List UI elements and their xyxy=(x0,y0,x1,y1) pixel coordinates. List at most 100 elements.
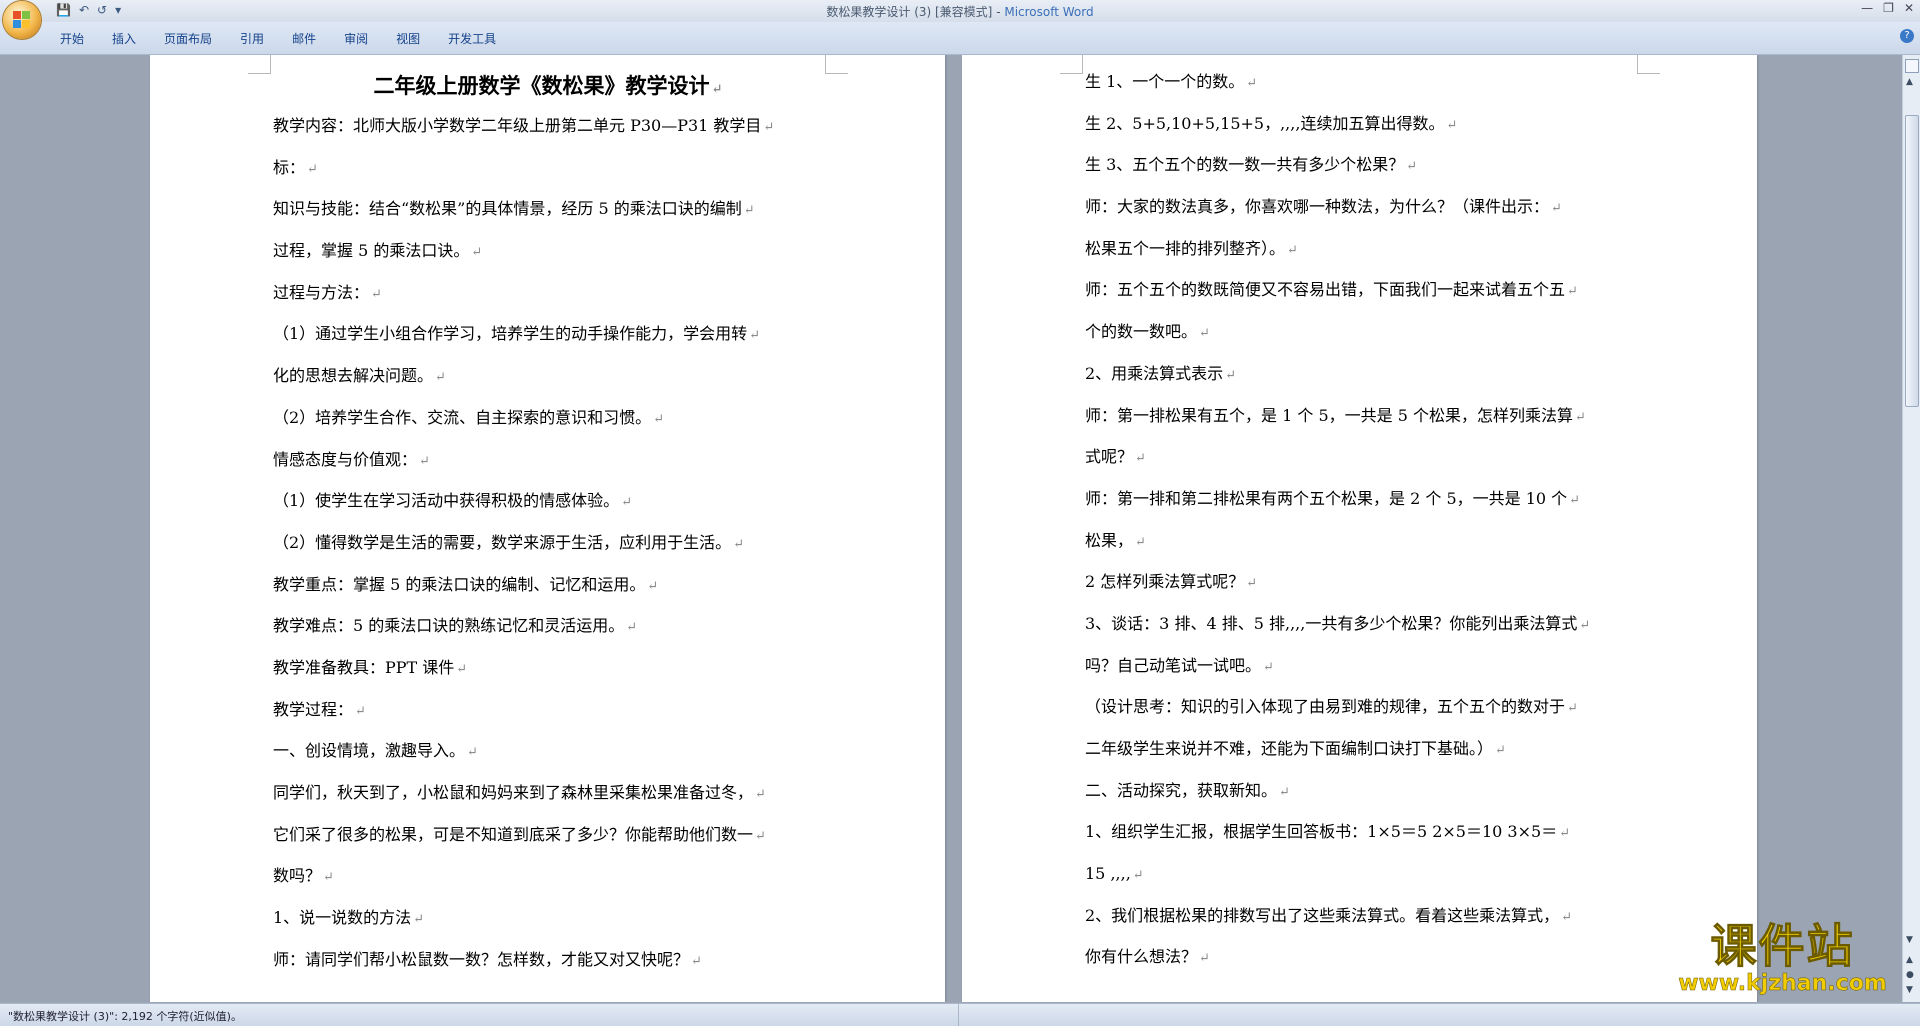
document-area[interactable]: 二年级上册数学《数松果》教学设计 ↵ 教学内容：北师大版小学数学二年级上册第二单元… xyxy=(0,55,1903,1002)
word-count-status[interactable]: "数松果教学设计 (3)": 2,192 个字符(近似值)。 xyxy=(8,1008,242,1024)
document-line[interactable]: 二、活动探究，获取新知。 ↵ xyxy=(1085,770,1645,812)
document-line[interactable]: 数吗？ ↵ xyxy=(273,855,833,897)
document-line[interactable]: 教学难点：5 的乘法口诀的熟练记忆和灵活运用。 ↵ xyxy=(273,605,833,647)
paragraph-mark: ↵ xyxy=(1132,868,1144,884)
document-line[interactable]: 生 3、五个五个的数一数一共有多少个松果？ ↵ xyxy=(1085,144,1645,186)
office-button[interactable] xyxy=(3,1,41,39)
document-line[interactable]: 知识与技能：结合“数松果”的具体情景，经历 5 的乘法口诀的编制 ↵ xyxy=(273,188,833,230)
ribbon-tab[interactable]: 开发工具 xyxy=(440,30,512,47)
paragraph-mark: ↵ xyxy=(1199,326,1210,342)
line-text: 过程与方法： xyxy=(273,282,370,302)
paragraph-mark: ↵ xyxy=(647,578,659,594)
select-browse-object-icon[interactable]: ● xyxy=(1906,970,1914,980)
document-line[interactable]: 教学过程： ↵ xyxy=(273,689,833,731)
line-text: （2）懂得数学是生活的需要，数学来源于生活，应利用于生活。 xyxy=(273,532,732,552)
paragraph-mark: ↵ xyxy=(755,787,766,802)
ribbon-tab[interactable]: 页面布局 xyxy=(156,30,228,47)
line-text: 教学内容：北师大版小学数学二年级上册第二单元 P30—P31 教学目 xyxy=(273,116,762,135)
document-line[interactable]: 教学内容：北师大版小学数学二年级上册第二单元 P30—P31 教学目 ↵ xyxy=(273,105,833,147)
line-text: 一、创设情境，激趣导入。 xyxy=(273,741,466,761)
document-line[interactable]: 3、谈话：3 排、4 排、5 排,,,,一共有多少个松果？你能列出乘法算式 ↵ xyxy=(1085,603,1645,645)
paragraph-mark: ↵ xyxy=(1567,701,1578,717)
line-text: 2、我们根据松果的排数写出了这些乘法算式。看着这些乘法算式， xyxy=(1085,905,1560,925)
paragraph-mark: ↵ xyxy=(626,620,638,636)
restore-icon[interactable]: ❐ xyxy=(1883,1,1894,15)
document-line[interactable]: 标： ↵ xyxy=(273,147,833,189)
document-line[interactable]: 它们采了很多的松果，可是不知道到底采了多少？你能帮助他们数一 ↵ xyxy=(273,814,833,856)
title-separator: - xyxy=(992,5,1005,19)
page-right[interactable]: 生 1、一个一个的数。 ↵ 生 2、5+5,10+5,15+5，,,,,连续加五算出… xyxy=(962,55,1757,1002)
document-line[interactable]: 师：请同学们帮小松鼠数一数？怎样数，才能又对又快呢？ ↵ xyxy=(273,939,833,981)
document-line[interactable]: 同学们，秋天到了，小松鼠和妈妈来到了森林里采集松果准备过冬， ↵ xyxy=(273,772,833,814)
paragraph-mark: ↵ xyxy=(1559,826,1571,842)
scroll-down-icon[interactable]: ▼ xyxy=(1906,935,1913,945)
watermark-main-text: 课件站 xyxy=(1710,919,1855,973)
paragraph-mark: ↵ xyxy=(456,661,468,677)
document-line[interactable]: 二年级学生来说并不难，还能为下面编制口诀打下基础。） ↵ xyxy=(1085,728,1645,770)
document-line[interactable]: （1）通过学生小组合作学习，培养学生的动手操作能力，学会用转 ↵ xyxy=(273,313,833,355)
paragraph-mark: ↵ xyxy=(371,286,382,302)
document-line[interactable]: 师：第一排松果有五个，是 1 个 5，一共是 5 个松果，怎样列乘法算 ↵ xyxy=(1085,395,1645,437)
page-left[interactable]: 二年级上册数学《数松果》教学设计 ↵ 教学内容：北师大版小学数学二年级上册第二单元… xyxy=(150,55,945,1002)
line-text: （设计思考：知识的引入体现了由易到难的规律，五个五个的数对于 xyxy=(1085,697,1566,717)
document-line[interactable]: 个的数一数吧。 ↵ xyxy=(1085,311,1645,353)
scroll-up-icon[interactable]: ▲ xyxy=(1906,77,1913,87)
next-page-icon[interactable]: ▼ xyxy=(1906,985,1913,995)
paragraph-mark: ↵ xyxy=(323,870,334,886)
ribbon-tab[interactable]: 引用 xyxy=(232,30,280,47)
line-text: 知识与技能：结合“数松果”的具体情景，经历 5 的乘法口诀的编制 xyxy=(273,199,742,219)
document-line[interactable]: 师：大家的数法真多，你喜欢哪一种数法，为什么？（课件出示： ↵ xyxy=(1085,186,1645,228)
line-text: 2、用乘法算式表示 xyxy=(1085,363,1224,383)
document-line[interactable]: 松果五个一排的排列整齐）。 ↵ xyxy=(1085,228,1645,270)
vertical-scrollbar[interactable]: ▲ ▼ ▲ ● ▼ xyxy=(1902,55,1920,1002)
document-line[interactable]: （2）懂得数学是生活的需要，数学来源于生活，应利用于生活。 ↵ xyxy=(273,522,833,564)
previous-page-icon[interactable]: ▲ xyxy=(1906,955,1913,965)
document-line[interactable]: 师：第一排和第二排松果有两个五个松果，是 2 个 5，一共是 10 个 ↵ xyxy=(1085,478,1645,520)
paragraph-mark: ↵ xyxy=(1406,159,1418,175)
view-ruler-icon[interactable] xyxy=(1905,59,1919,73)
line-text: （1）通过学生小组合作学习，培养学生的动手操作能力，学会用转 xyxy=(273,324,748,344)
document-line[interactable]: （2）培养学生合作、交流、自主探索的意识和习惯。 ↵ xyxy=(273,397,833,439)
document-line[interactable]: 式呢？ ↵ xyxy=(1085,436,1645,478)
document-line[interactable]: 过程与方法： ↵ xyxy=(273,272,833,314)
document-line[interactable]: 松果， ↵ xyxy=(1085,520,1645,562)
paragraph-mark: ↵ xyxy=(471,245,483,261)
document-line[interactable]: 你有什么想法？ ↵ xyxy=(1085,936,1645,978)
document-line[interactable]: 化的思想去解决问题。 ↵ xyxy=(273,355,833,397)
document-line[interactable]: 师：五个五个的数既简便又不容易出错，下面我们一起来试着五个五 ↵ xyxy=(1085,269,1645,311)
close-icon[interactable]: ✕ xyxy=(1904,1,1914,15)
document-line[interactable]: 教学重点：掌握 5 的乘法口诀的编制、记忆和运用。 ↵ xyxy=(273,564,833,606)
document-line[interactable]: 生 2、5+5,10+5,15+5，,,,,连续加五算出得数。 ↵ xyxy=(1085,103,1645,145)
line-text: 松果， xyxy=(1085,530,1134,550)
document-line[interactable]: 情感态度与价值观： ↵ xyxy=(273,439,833,481)
document-line[interactable]: 2、用乘法算式表示 ↵ xyxy=(1085,353,1645,395)
document-line[interactable]: 2、我们根据松果的排数写出了这些乘法算式。看着这些乘法算式， ↵ xyxy=(1085,895,1645,937)
document-line[interactable]: 一、创设情境，激趣导入。 ↵ xyxy=(273,730,833,772)
document-line[interactable]: 过程，掌握 5 的乘法口诀。 ↵ xyxy=(273,230,833,272)
document-line[interactable]: 1、组织学生汇报，根据学生回答板书：1×5＝5 2×5＝10 3×5＝ ↵ xyxy=(1085,811,1645,853)
ribbon-tab[interactable]: 邮件 xyxy=(284,30,332,47)
ribbon-tab[interactable]: 审阅 xyxy=(336,30,384,47)
paragraph-mark: ↵ xyxy=(1225,367,1237,383)
ribbon-tab[interactable]: 视图 xyxy=(388,30,436,47)
paragraph-mark: ↵ xyxy=(1263,659,1274,675)
document-line[interactable]: 1、说一说数的方法 ↵ xyxy=(273,897,833,939)
document-line[interactable]: （设计思考：知识的引入体现了由易到难的规律，五个五个的数对于 ↵ xyxy=(1085,686,1645,728)
paragraph-mark: ↵ xyxy=(1135,534,1146,550)
document-line[interactable]: 15 ,,,, ↵ xyxy=(1085,853,1645,895)
ribbon-tab[interactable]: 插入 xyxy=(104,30,152,47)
page-left-body[interactable]: 二年级上册数学《数松果》教学设计 ↵ 教学内容：北师大版小学数学二年级上册第二单元… xyxy=(273,67,833,980)
document-line[interactable]: 吗？自己动笔试一试吧。 ↵ xyxy=(1085,645,1645,687)
paragraph-mark: ↵ xyxy=(1574,409,1586,425)
document-line[interactable]: 2 怎样列乘法算式呢？ ↵ xyxy=(1085,561,1645,603)
document-line[interactable]: 生 1、一个一个的数。 ↵ xyxy=(1085,61,1645,103)
page-right-body[interactable]: 生 1、一个一个的数。 ↵ 生 2、5+5,10+5,15+5，,,,,连续加五算出… xyxy=(1085,61,1645,978)
ribbon-tab[interactable]: 开始 xyxy=(52,30,100,47)
document-line[interactable]: 教学准备教具：PPT 课件 ↵ xyxy=(273,647,833,689)
document-line[interactable]: （1）使学生在学习活动中获得积极的情感体验。 ↵ xyxy=(273,480,833,522)
help-icon[interactable]: ? xyxy=(1900,29,1914,43)
minimize-icon[interactable]: — xyxy=(1861,1,1873,15)
scrollbar-thumb[interactable] xyxy=(1905,115,1919,407)
paragraph-mark: ↵ xyxy=(653,411,665,427)
paragraph-mark: ↵ xyxy=(1287,242,1298,258)
